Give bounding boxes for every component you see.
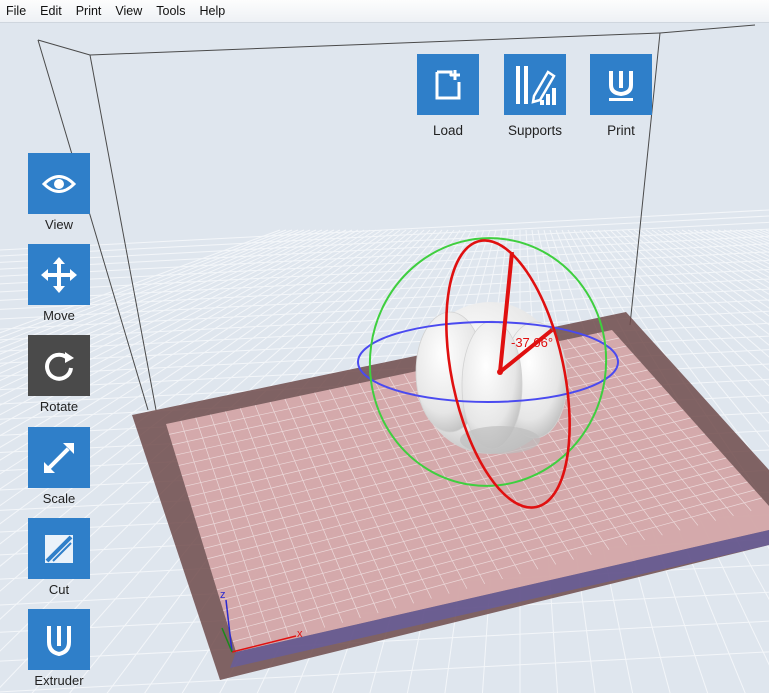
axis-z-label: z (220, 589, 226, 601)
supports-label: Supports (507, 123, 563, 138)
menu-view[interactable]: View (108, 0, 149, 22)
supports-button[interactable] (504, 54, 566, 115)
extruder-label: Extruder (34, 673, 84, 688)
supports-icon (516, 65, 556, 105)
rotate-tool[interactable]: Rotate (28, 335, 90, 414)
move-button[interactable] (28, 244, 90, 305)
load-button[interactable] (417, 54, 479, 115)
view-label: View (45, 217, 73, 232)
print-label: Print (607, 123, 635, 138)
extruder-button[interactable] (28, 609, 90, 670)
menu-edit[interactable]: Edit (33, 0, 69, 22)
rotation-center-dot (497, 369, 503, 375)
rotate-button[interactable] (28, 335, 90, 396)
3d-viewport[interactable]: -37.06° z x View Move Rotate Scale Cut E… (0, 23, 769, 693)
cut-label: Cut (48, 582, 70, 597)
load-icon (435, 69, 461, 99)
menu-file[interactable]: File (0, 0, 33, 22)
rotation-readout: -37.06° (511, 335, 553, 350)
view-button[interactable] (28, 153, 90, 214)
move-label: Move (43, 308, 75, 323)
axis-x-label: x (297, 628, 303, 640)
eye-icon (42, 174, 76, 193)
menu-tools[interactable]: Tools (149, 0, 192, 22)
print-icon (609, 70, 633, 101)
print-button[interactable] (590, 54, 652, 115)
scale-label: Scale (42, 491, 76, 506)
cut-icon (45, 534, 73, 563)
menu-print[interactable]: Print (69, 0, 109, 22)
extruder-icon (47, 625, 71, 656)
rotate-icon (45, 351, 74, 381)
move-tool[interactable]: Move (28, 244, 90, 323)
model-base-shadow (460, 426, 540, 454)
supports-tool[interactable]: Supports (500, 54, 570, 138)
load-label: Load (432, 123, 464, 138)
rotate-label: Rotate (39, 399, 79, 414)
menu-bar: File Edit Print View Tools Help (0, 0, 769, 23)
view-tool[interactable]: View (28, 153, 90, 232)
print-tool[interactable]: Print (586, 54, 656, 138)
cut-button[interactable] (28, 518, 90, 579)
scale-tool[interactable]: Scale (28, 427, 90, 506)
load-tool[interactable]: Load (413, 54, 483, 138)
scale-icon (44, 442, 74, 473)
extruder-tool[interactable]: Extruder (28, 609, 90, 688)
cut-tool[interactable]: Cut (28, 518, 90, 597)
menu-help[interactable]: Help (192, 0, 232, 22)
scale-button[interactable] (28, 427, 90, 488)
move-arrows-icon (41, 256, 77, 293)
